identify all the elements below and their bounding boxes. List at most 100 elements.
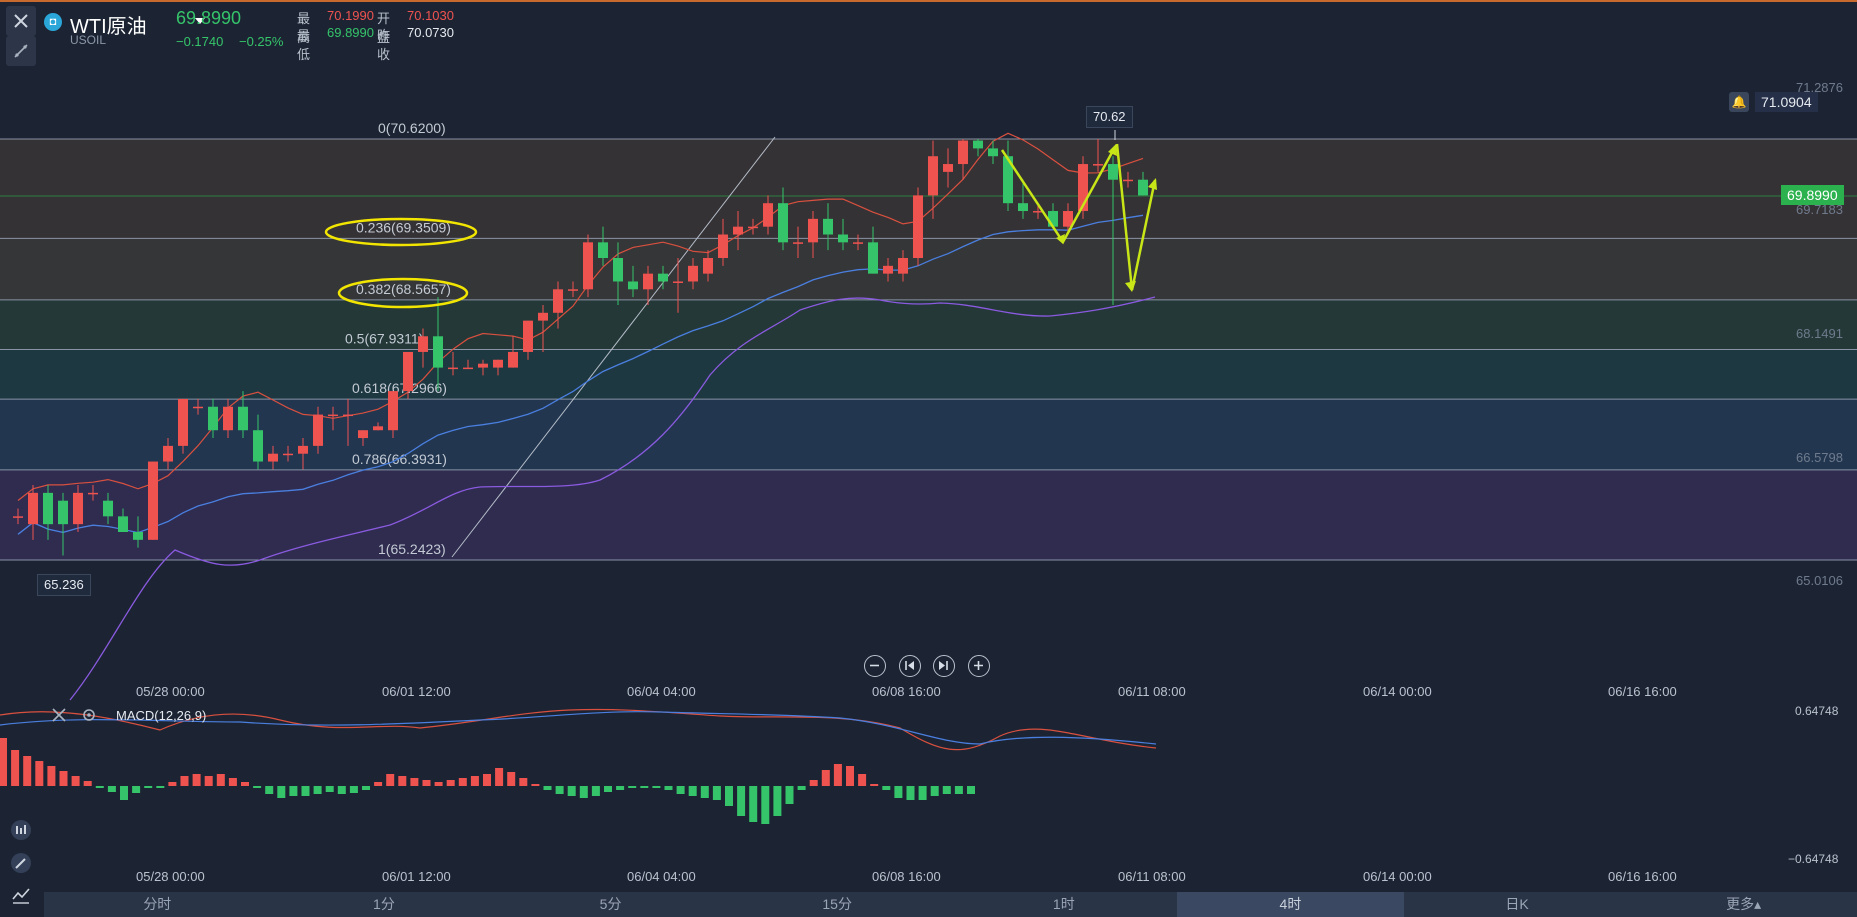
tab-15min[interactable]: 15分 — [724, 892, 951, 917]
macd-hist-bar — [204, 776, 213, 786]
candle-body — [328, 414, 338, 417]
skip-forward-icon — [934, 661, 953, 679]
macd-hist-bar — [737, 786, 746, 816]
candle-body — [478, 363, 488, 368]
macd-hist-bar — [519, 778, 528, 786]
tab-more[interactable]: 更多▴ — [1630, 892, 1857, 917]
time-axis-label: 06/01 12:00 — [382, 684, 451, 699]
candle-body — [148, 461, 158, 540]
macd-hist-bar — [434, 782, 443, 786]
candle-body — [463, 367, 473, 370]
macd-hist-bar — [470, 776, 479, 786]
time-axis-label: 06/01 12:00 — [382, 869, 451, 884]
tab-1hour[interactable]: 1时 — [951, 892, 1178, 917]
tab-daily[interactable]: 日K — [1404, 892, 1631, 917]
macd-hist-bar — [253, 786, 262, 788]
macd-hist-bar — [277, 786, 286, 798]
candle-body — [298, 445, 308, 454]
macd-hist-bar — [95, 786, 104, 788]
time-axis-label: 06/08 16:00 — [872, 684, 941, 699]
macd-hist-bar — [725, 786, 733, 806]
tab-4hour[interactable]: 4时 — [1177, 892, 1404, 917]
fib-zone — [0, 238, 1857, 300]
tab-timeshare[interactable]: 分时 — [44, 892, 271, 917]
candle-body — [703, 257, 713, 274]
candle-body — [613, 257, 623, 282]
macd-hist-bar — [531, 784, 540, 786]
candle-body — [973, 140, 983, 149]
fib-label: 1(65.2423) — [378, 541, 446, 557]
candle-body — [43, 492, 53, 525]
candle-body — [673, 281, 683, 283]
fib-label: 0.786(66.3931) — [352, 451, 447, 467]
macd-hist-bar — [362, 786, 370, 790]
candle-body — [643, 273, 653, 290]
macd-hist-bar — [930, 786, 939, 796]
zoom-out-button[interactable] — [864, 655, 886, 677]
macd-hist-bar — [180, 776, 189, 786]
candle-body — [163, 445, 173, 462]
macd-hist-bar — [83, 781, 92, 786]
macd-hist-bar — [241, 782, 249, 786]
candle-body — [628, 281, 638, 290]
price-chart[interactable]: 0(70.6200)0.236(69.3509)0.382(68.5657)0.… — [0, 0, 1857, 892]
tab-1min[interactable]: 1分 — [271, 892, 498, 917]
candle-body — [58, 500, 68, 525]
candle-body — [883, 265, 893, 274]
time-axis-label: 05/28 00:00 — [136, 869, 205, 884]
jump-start-button[interactable] — [899, 655, 921, 677]
candle-body — [958, 140, 968, 165]
fib-zone — [0, 399, 1857, 470]
candle-body — [88, 492, 98, 495]
macd-hist-bar — [374, 782, 383, 786]
candle-body — [868, 242, 878, 274]
alert-price-box[interactable]: 🔔 71.0904 — [1729, 92, 1818, 112]
macd-close-button[interactable] — [52, 708, 66, 727]
macd-hist-bar — [386, 774, 395, 786]
candle-body — [208, 406, 218, 431]
macd-hist-bar — [446, 780, 455, 786]
macd-hist-bar — [483, 774, 491, 786]
candle-body — [13, 516, 23, 518]
candle-body — [418, 336, 428, 352]
candle-body — [988, 148, 998, 157]
low-marker: 65.236 — [44, 577, 84, 592]
time-axis-label: 06/04 04:00 — [627, 684, 696, 699]
macd-axis-bottom: −0.64748 — [1788, 852, 1839, 866]
macd-hist-bar — [712, 786, 721, 800]
candle-body — [133, 531, 143, 540]
macd-hist-bar — [604, 786, 612, 792]
macd-settings-button[interactable] — [82, 708, 96, 727]
macd-hist-bar — [942, 786, 951, 794]
macd-hist-bar — [458, 778, 467, 786]
candle-body — [913, 195, 923, 258]
gear-icon — [82, 709, 96, 726]
current-price-tag: 69.8990 — [1781, 185, 1844, 205]
macd-hist-bar — [47, 766, 56, 786]
macd-hist-bar — [59, 771, 68, 786]
macd-hist-bar — [954, 786, 963, 794]
macd-hist-bar — [228, 778, 237, 786]
candle-body — [343, 414, 353, 417]
candle-body — [808, 218, 818, 243]
candle-body — [553, 289, 563, 313]
zoom-in-button[interactable] — [968, 655, 990, 677]
candle-body — [373, 426, 383, 431]
candle-body — [178, 398, 188, 446]
macd-hist-bar — [821, 770, 830, 786]
time-axis-label: 06/11 08:00 — [1118, 869, 1186, 884]
macd-hist-bar — [616, 786, 625, 790]
macd-hist-bar — [664, 786, 673, 790]
candle-body — [28, 492, 38, 525]
macd-hist-bar — [132, 786, 141, 793]
macd-hist-bar — [168, 782, 177, 786]
jump-end-button[interactable] — [933, 655, 955, 677]
macd-hist-bar — [652, 786, 661, 788]
macd-hist-bar — [0, 738, 7, 786]
tab-5min[interactable]: 5分 — [497, 892, 724, 917]
candle-body — [943, 164, 953, 172]
candle-body — [283, 453, 293, 456]
macd-hist-bar — [107, 786, 116, 792]
candle-body — [73, 492, 83, 525]
candle-body — [733, 226, 743, 235]
